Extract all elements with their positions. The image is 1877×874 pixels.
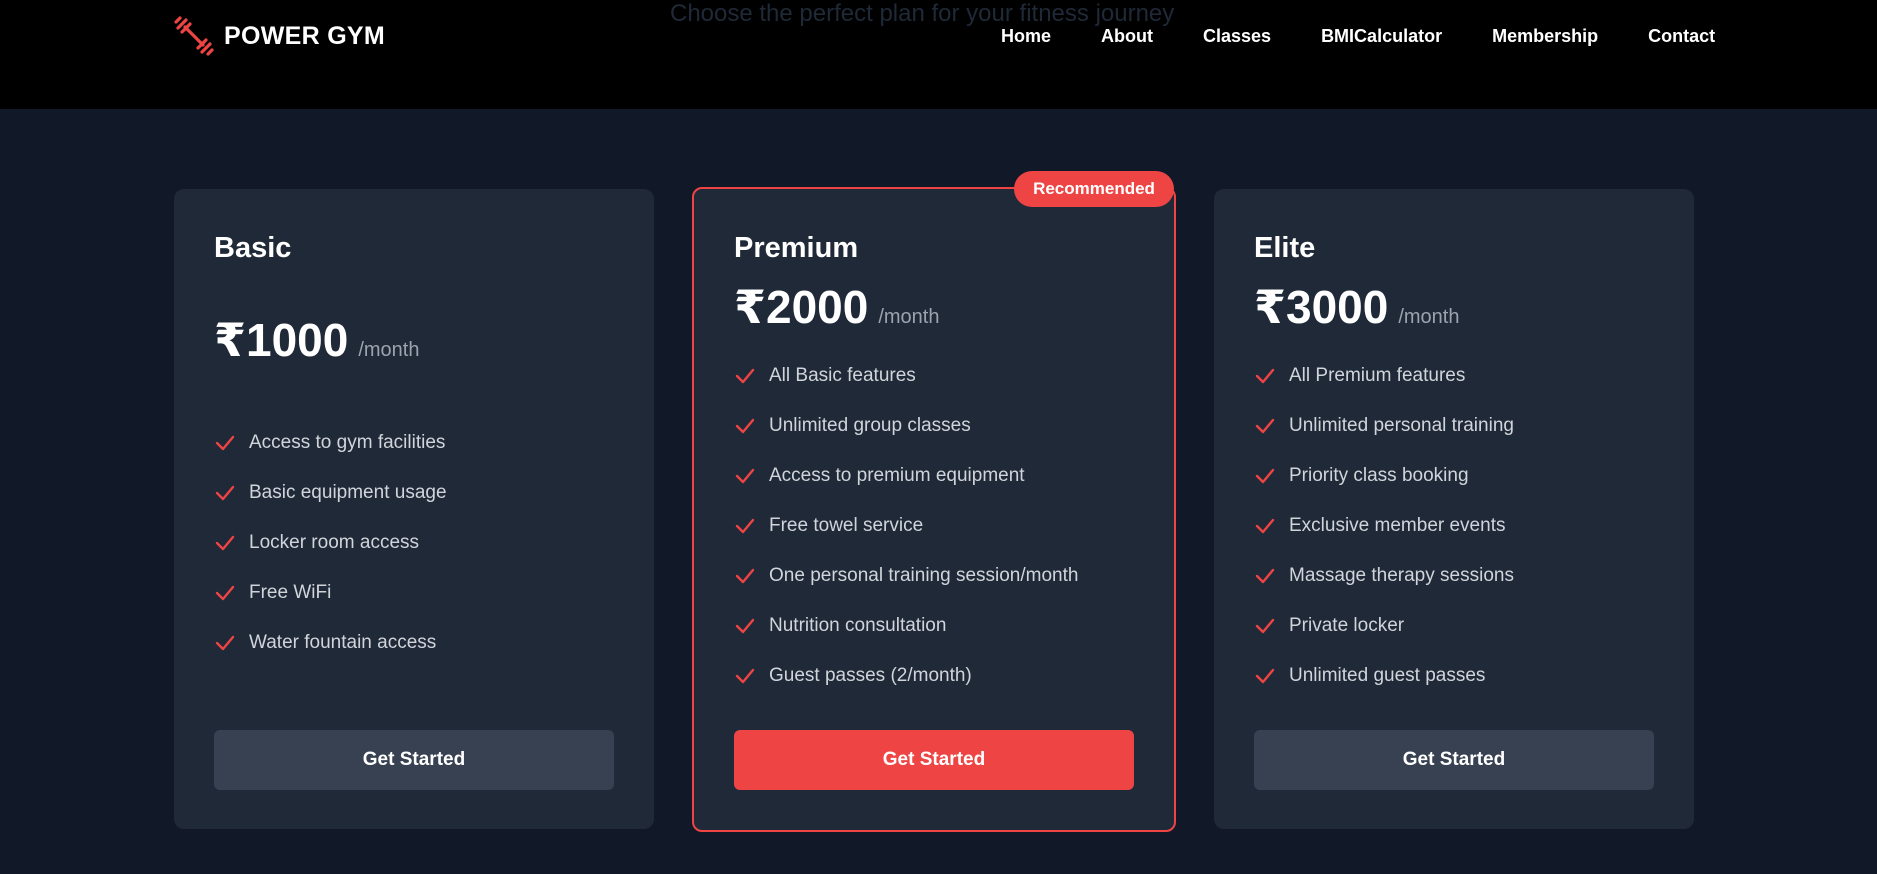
feature-item: Exclusive member events [1254, 501, 1514, 551]
check-icon [1254, 615, 1276, 637]
feature-item: Nutrition consultation [734, 601, 1078, 651]
feature-text: Free WiFi [249, 582, 332, 603]
feature-text: Private locker [1289, 615, 1405, 636]
plan-price-row: ₹2000 /month [734, 280, 940, 334]
plan-price-row: ₹3000 /month [1254, 280, 1460, 334]
check-icon [1254, 515, 1276, 537]
feature-item: All Basic features [734, 351, 1078, 401]
feature-text: Priority class booking [1289, 465, 1469, 486]
feature-item: Guest passes (2/month) [734, 651, 1078, 701]
get-started-button-elite[interactable]: Get Started [1254, 730, 1654, 790]
check-icon [214, 482, 236, 504]
feature-item: Access to premium equipment [734, 451, 1078, 501]
feature-item: Unlimited personal training [1254, 401, 1514, 451]
plan-price: ₹2000 [734, 281, 869, 333]
feature-list: Access to gym facilities Basic equipment… [214, 418, 447, 668]
check-icon [1254, 565, 1276, 587]
check-icon [214, 632, 236, 654]
check-icon [1254, 415, 1276, 437]
check-icon [214, 582, 236, 604]
get-started-button-basic[interactable]: Get Started [214, 730, 614, 790]
check-icon [1254, 465, 1276, 487]
feature-item: Free towel service [734, 501, 1078, 551]
feature-item: Unlimited guest passes [1254, 651, 1514, 701]
feature-text: Massage therapy sessions [1289, 565, 1514, 586]
plan-period: /month [358, 339, 420, 361]
nav-link-home[interactable]: Home [1001, 26, 1051, 47]
recommended-badge: Recommended [1014, 171, 1174, 207]
nav-link-membership[interactable]: Membership [1492, 26, 1598, 47]
feature-item: Basic equipment usage [214, 468, 447, 518]
plan-period: /month [878, 306, 940, 328]
feature-item: Private locker [1254, 601, 1514, 651]
check-icon [734, 365, 756, 387]
plan-period: /month [1398, 306, 1460, 328]
plan-name: Premium [734, 232, 859, 264]
feature-text: All Premium features [1289, 365, 1466, 386]
page-subtitle: Choose the perfect plan for your fitness… [670, 0, 1175, 27]
plan-name: Elite [1254, 232, 1316, 264]
check-icon [734, 565, 756, 587]
plan-name: Basic [214, 232, 292, 264]
feature-item: Free WiFi [214, 568, 447, 618]
plan-price-row: ₹1000 /month [214, 313, 420, 367]
nav-link-about[interactable]: About [1101, 26, 1153, 47]
feature-item: Access to gym facilities [214, 418, 447, 468]
feature-item: One personal training session/month [734, 551, 1078, 601]
feature-text: Unlimited guest passes [1289, 665, 1486, 686]
feature-text: Basic equipment usage [249, 482, 447, 503]
dumbbell-icon [174, 16, 214, 56]
feature-text: Water fountain access [249, 632, 437, 653]
nav-links: Home About Classes BMICalculator Members… [1001, 26, 1715, 47]
get-started-button-premium[interactable]: Get Started [734, 730, 1134, 790]
feature-text: Access to premium equipment [769, 465, 1025, 486]
plan-price: ₹3000 [1254, 281, 1389, 333]
feature-text: Unlimited personal training [1289, 415, 1514, 436]
nav-link-classes[interactable]: Classes [1203, 26, 1271, 47]
feature-text: All Basic features [769, 365, 916, 386]
feature-text: Access to gym facilities [249, 432, 446, 453]
nav-link-bmi-calculator[interactable]: BMICalculator [1321, 26, 1442, 47]
feature-item: All Premium features [1254, 351, 1514, 401]
feature-item: Massage therapy sessions [1254, 551, 1514, 601]
check-icon [734, 415, 756, 437]
check-icon [214, 532, 236, 554]
check-icon [734, 515, 756, 537]
feature-text: Unlimited group classes [769, 415, 971, 436]
feature-text: Exclusive member events [1289, 515, 1506, 536]
feature-list: All Basic features Unlimited group class… [734, 351, 1078, 701]
feature-item: Priority class booking [1254, 451, 1514, 501]
feature-item: Locker room access [214, 518, 447, 568]
feature-item: Unlimited group classes [734, 401, 1078, 451]
plan-price: ₹1000 [214, 314, 349, 366]
check-icon [734, 665, 756, 687]
brand-name: POWER GYM [224, 21, 386, 50]
brand-logo[interactable]: POWER GYM [174, 16, 385, 56]
check-icon [734, 615, 756, 637]
feature-text: Nutrition consultation [769, 615, 947, 636]
check-icon [734, 465, 756, 487]
feature-text: Locker room access [249, 532, 420, 553]
check-icon [1254, 665, 1276, 687]
check-icon [214, 432, 236, 454]
feature-text: Guest passes (2/month) [769, 665, 972, 686]
feature-text: One personal training session/month [769, 565, 1079, 586]
check-icon [1254, 365, 1276, 387]
nav-link-contact[interactable]: Contact [1648, 26, 1715, 47]
feature-list: All Premium features Unlimited personal … [1254, 351, 1514, 701]
feature-text: Free towel service [769, 515, 924, 536]
feature-item: Water fountain access [214, 618, 447, 668]
